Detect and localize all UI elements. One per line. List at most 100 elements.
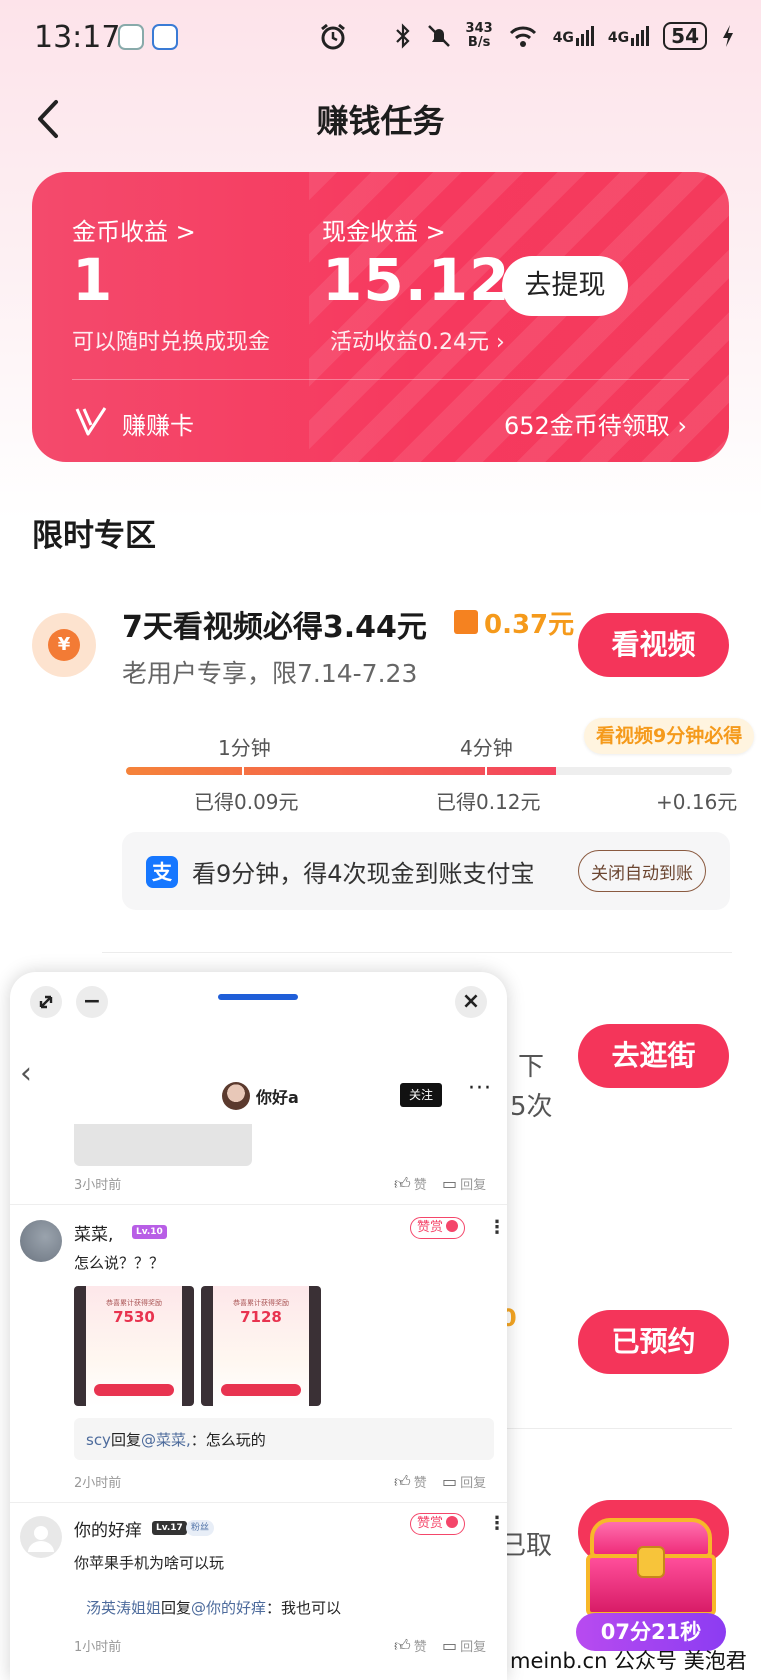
alarm-icon: [318, 22, 348, 56]
close-button[interactable]: ×: [455, 986, 487, 1018]
wifi-icon: [509, 26, 536, 47]
resize-icon[interactable]: [30, 986, 62, 1018]
divider: [102, 952, 732, 953]
task-bonus: 0.37元: [484, 610, 575, 640]
bonus-icon: [454, 610, 478, 634]
task-fragment: 已取: [500, 1531, 553, 1561]
pending-coins-link[interactable]: 652金币待领取 ›: [504, 406, 687, 441]
network-speed: 343 B/s: [465, 21, 493, 50]
reply-preview[interactable]: 汤英涛姐姐回复@你的好痒：我也可以: [74, 1586, 494, 1628]
reserved-button[interactable]: 已预约: [578, 1310, 729, 1374]
reply-preview[interactable]: scy回复@菜菜,：怎么玩的: [74, 1418, 494, 1460]
zhuanzhuan-card-icon: [74, 404, 108, 446]
commenter-name[interactable]: 你的好痒: [74, 1516, 142, 1541]
milestone-earn-2: 已得0.12元: [436, 790, 541, 814]
withdraw-button[interactable]: 去提现: [502, 256, 628, 316]
signal-2: 4G: [608, 26, 650, 46]
treasure-chest-icon[interactable]: [580, 1510, 722, 1630]
comment-time: 1小时前: [74, 1640, 122, 1655]
tip-button[interactable]: 赞赏: [410, 1513, 466, 1535]
avatar[interactable]: [20, 1516, 62, 1558]
tip-button[interactable]: 赞赏: [410, 1217, 466, 1239]
status-time: 13:17: [34, 20, 121, 55]
progress-tick: [485, 766, 487, 776]
section-title: 限时专区: [32, 518, 156, 554]
comment-icon: ▭: [442, 1472, 458, 1491]
zhuanzhuan-card-label[interactable]: 赚赚卡: [122, 406, 194, 441]
level-badge: Lv.10: [132, 1225, 167, 1239]
card-divider: [72, 379, 689, 380]
task-title: 7天看视频必得3.44元: [122, 610, 427, 645]
thumbs-up-icon: 👍︎: [394, 1636, 411, 1655]
minimize-button[interactable]: −: [76, 986, 108, 1018]
avatar[interactable]: [20, 1220, 62, 1262]
earnings-card: 金币收益 > 1 可以随时兑换成现金 现金收益 > 15.12 活动收益0.24…: [32, 172, 729, 462]
cash-earnings-link[interactable]: 现金收益 >: [322, 212, 446, 247]
like-button[interactable]: 👍︎ 赞: [394, 1636, 427, 1656]
browser-app-icon: [152, 24, 178, 50]
close-auto-payout-button[interactable]: 关闭自动到账: [578, 850, 706, 892]
progress-fill: [126, 767, 557, 775]
progress-bar: [126, 767, 732, 775]
comment-text: 你苹果手机为啥可以玩: [74, 1554, 225, 1572]
activity-earnings-link[interactable]: 活动收益0.24元 ›: [330, 324, 505, 356]
milestone-earn-1: 已得0.09元: [194, 790, 299, 814]
charging-icon: [723, 25, 733, 47]
comment-icon: ▭: [442, 1636, 458, 1655]
status-icons: 343 B/s 4G 4G 54: [394, 22, 735, 50]
more-options-button[interactable]: ⋮: [488, 1513, 506, 1534]
coin-earnings-value: 1: [72, 246, 113, 314]
post-author-name[interactable]: 你好a: [256, 1084, 299, 1108]
alipay-icon: 支: [146, 856, 178, 888]
like-button[interactable]: 👍︎ 赞: [394, 1174, 427, 1194]
drag-handle[interactable]: [218, 994, 298, 1000]
coin-icon: [446, 1220, 459, 1232]
comment-image[interactable]: 恭喜累计获得奖励 7530: [74, 1286, 194, 1406]
thumbs-up-icon: 👍︎: [394, 1472, 411, 1491]
level-badge: Lv.17: [152, 1521, 187, 1535]
battery-indicator: 54: [663, 22, 707, 50]
comment-image[interactable]: 恭喜累计获得奖励 7128: [201, 1286, 321, 1406]
bell-off-icon: [427, 25, 450, 47]
fan-badge: 粉丝: [186, 1520, 215, 1536]
more-options-button[interactable]: ···: [468, 1076, 492, 1101]
watermark-text: meinb.cn 公众号 美泡君: [510, 1649, 747, 1673]
task-subtitle: 老用户专享，限7.14-7.23: [122, 659, 418, 688]
comment-text: 怎么说？？？: [74, 1254, 165, 1272]
alipay-text: 看9分钟，得4次现金到账支付宝: [192, 860, 535, 888]
comment-time: 2小时前: [74, 1476, 122, 1491]
go-shopping-button[interactable]: 去逛街: [578, 1024, 729, 1088]
reply-button[interactable]: ▭ 回复: [442, 1174, 486, 1193]
avatar[interactable]: [222, 1082, 250, 1110]
coin-earnings-link[interactable]: 金币收益 >: [72, 212, 196, 247]
coin-icon: ¥: [32, 613, 96, 677]
alipay-banner: 支 看9分钟，得4次现金到账支付宝 关闭自动到账: [122, 832, 730, 910]
page-title: 赚钱任务: [316, 102, 445, 140]
bluetooth-icon: [395, 23, 410, 49]
task-fragment: 下: [518, 1052, 545, 1082]
qq-app-icon: [118, 24, 144, 50]
commenter-name[interactable]: 菜菜,: [74, 1220, 113, 1245]
watch-video-button[interactable]: 看视频: [578, 613, 729, 677]
thumbs-up-icon: 👍︎: [394, 1174, 411, 1193]
comment-time: 3小时前: [74, 1178, 122, 1193]
task-fragment: 5次: [510, 1092, 553, 1122]
signal-1: 4G: [553, 26, 594, 46]
coin-earnings-hint: 可以随时兑换成现金: [72, 330, 271, 355]
reply-button[interactable]: ▭ 回复: [442, 1636, 486, 1655]
more-options-button[interactable]: ⋮: [488, 1217, 506, 1238]
panel-back-button[interactable]: ‹: [20, 1056, 32, 1091]
like-button[interactable]: 👍︎ 赞: [394, 1472, 427, 1492]
milestone-time-1: 1分钟: [218, 736, 271, 760]
divider: [10, 1204, 507, 1205]
progress-tip: 看视频9分钟必得: [584, 718, 755, 754]
reply-button[interactable]: ▭ 回复: [442, 1472, 486, 1491]
cash-earnings-value: 15.12: [322, 246, 511, 314]
default-avatar-icon: [28, 1526, 54, 1552]
divider: [10, 1502, 507, 1503]
follow-button[interactable]: 关注: [400, 1083, 442, 1107]
comment-icon: ▭: [442, 1174, 458, 1193]
comment-image[interactable]: [74, 1124, 252, 1166]
coin-icon: [446, 1516, 459, 1528]
milestone-time-2: 4分钟: [460, 736, 513, 760]
